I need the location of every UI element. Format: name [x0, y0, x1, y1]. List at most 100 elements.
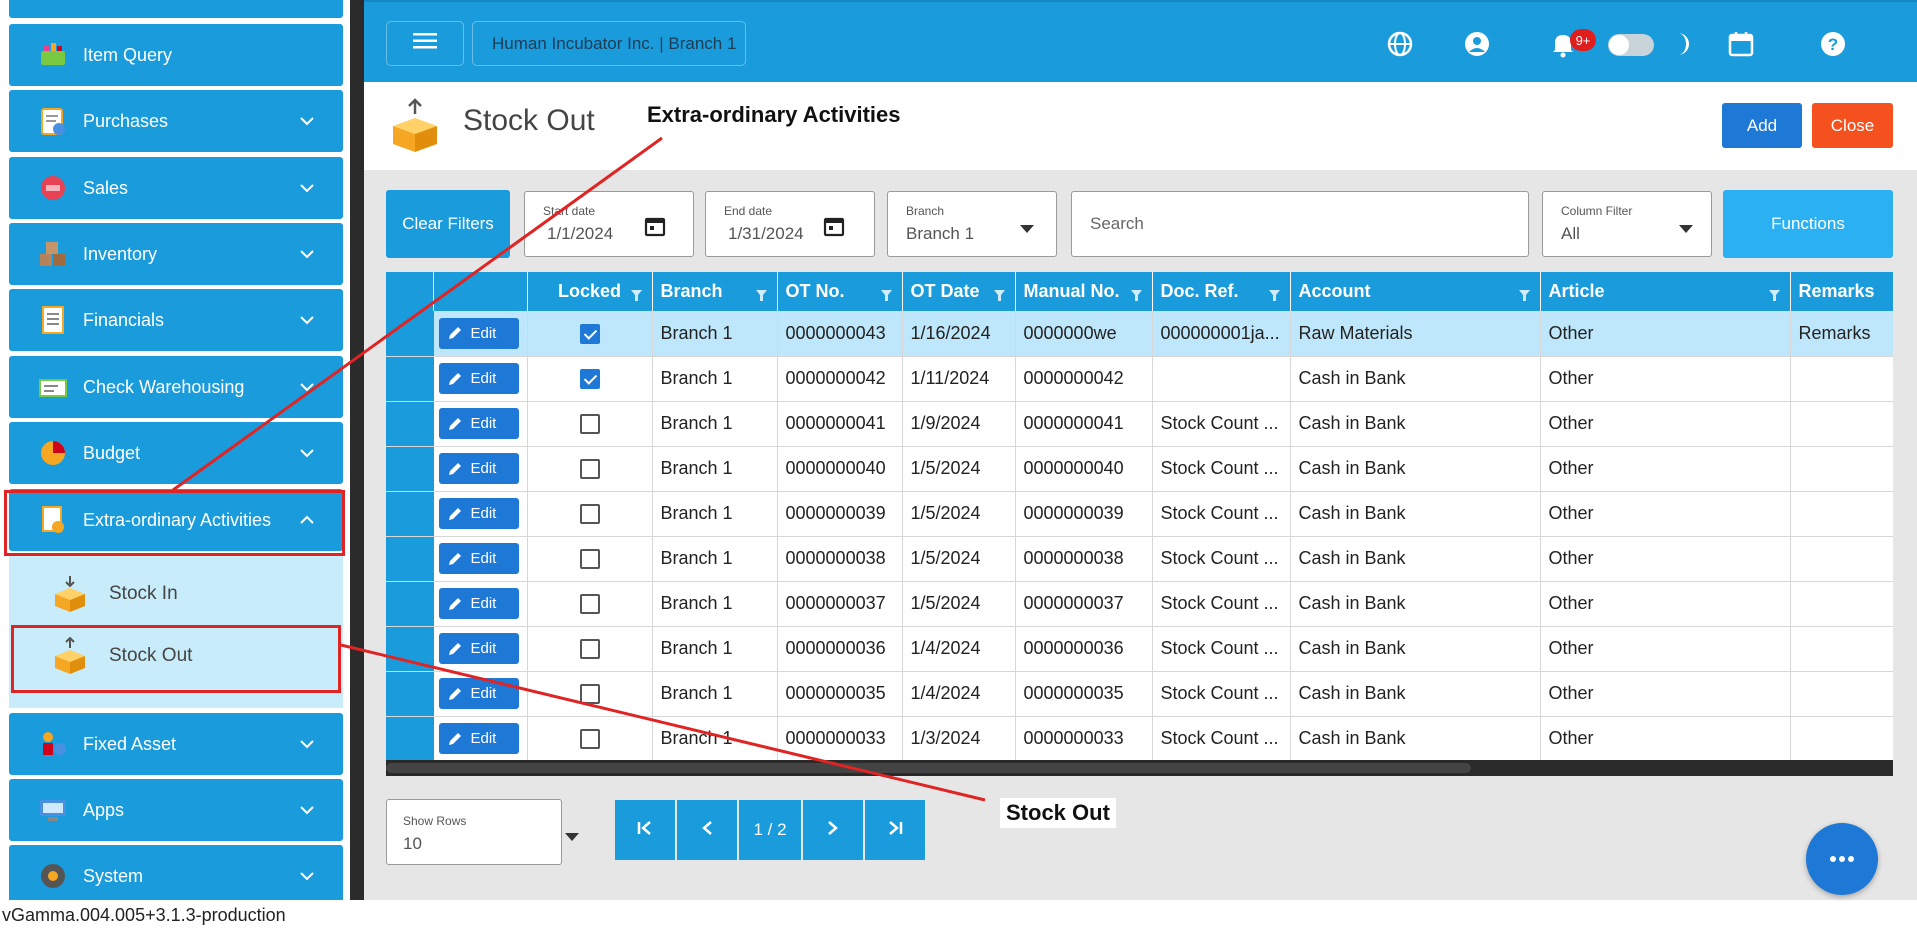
next-page-button[interactable]	[803, 800, 863, 860]
functions-button[interactable]: Functions	[1723, 190, 1893, 258]
dark-mode-toggle[interactable]	[1608, 34, 1654, 56]
locked-checkbox[interactable]	[579, 639, 600, 660]
edit-button[interactable]: Edit	[438, 363, 519, 394]
sidebar-item-inventory[interactable]: Inventory	[9, 223, 343, 285]
column-header[interactable]: OT No.	[777, 272, 903, 311]
table-row[interactable]: Edit Branch 1 0000000041 1/9/2024 0000000041…	[386, 401, 1893, 447]
sidebar-subitem-stock-in[interactable]: Stock In	[15, 561, 337, 627]
table-row[interactable]: Edit Branch 1 0000000037 1/5/2024 0000000037…	[386, 581, 1893, 627]
row-selector[interactable]	[386, 491, 434, 537]
cell-remarks	[1790, 581, 1893, 627]
show-rows-select[interactable]: Show Rows 10	[386, 799, 579, 865]
edit-button[interactable]: Edit	[438, 543, 519, 574]
column-header[interactable]: Account	[1290, 272, 1541, 311]
table-row[interactable]: Edit Branch 1 0000000042 1/11/2024 000000004…	[386, 356, 1893, 402]
last-page-button[interactable]	[865, 800, 925, 860]
locked-checkbox[interactable]	[579, 323, 600, 344]
cell-branch: Branch 1	[652, 536, 778, 582]
sidebar-item-purchases[interactable]: Purchases	[9, 90, 343, 152]
locked-checkbox[interactable]	[579, 459, 600, 480]
edit-button[interactable]: Edit	[438, 588, 519, 619]
filter-icon[interactable]	[1268, 285, 1280, 306]
table-row[interactable]: Edit Branch 1 0000000035 1/4/2024 0000000035…	[386, 671, 1893, 717]
globe-icon[interactable]	[1383, 27, 1417, 61]
filter-icon[interactable]	[993, 285, 1005, 306]
column-header[interactable]: Locked	[527, 272, 653, 311]
branch-select[interactable]: Branch Branch 1	[887, 191, 1057, 257]
sidebar-item-sales[interactable]: Sales	[9, 157, 343, 219]
calendar-icon[interactable]	[643, 214, 667, 238]
calendar-icon[interactable]	[822, 214, 846, 238]
table-row[interactable]: Edit Branch 1 0000000033 1/3/2024 0000000033…	[386, 716, 1893, 762]
locked-checkbox[interactable]	[579, 684, 600, 705]
table-row[interactable]: Edit Branch 1 0000000043 1/16/2024 0000000we…	[386, 311, 1893, 357]
edit-button[interactable]: Edit	[438, 453, 519, 484]
column-header[interactable]: Doc. Ref.	[1152, 272, 1291, 311]
clear-filters-button[interactable]: Clear Filters	[386, 190, 510, 258]
more-actions-button[interactable]	[1806, 823, 1878, 895]
start-date-field[interactable]: Start date 1/1/2024	[524, 191, 694, 257]
end-date-field[interactable]: End date 1/31/2024	[705, 191, 875, 257]
first-page-button[interactable]	[615, 800, 675, 860]
column-header[interactable]: Article	[1540, 272, 1791, 311]
column-header[interactable]: OT Date	[902, 272, 1016, 311]
calendar-icon[interactable]	[1724, 27, 1758, 61]
sidebar-item-system[interactable]: System	[9, 845, 343, 900]
row-selector[interactable]	[386, 581, 434, 627]
table-row[interactable]: Edit Branch 1 0000000040 1/5/2024 0000000040…	[386, 446, 1893, 492]
column-header[interactable]: Branch	[652, 272, 778, 311]
edit-button[interactable]: Edit	[438, 317, 519, 349]
menu-button[interactable]	[386, 21, 464, 66]
row-selector[interactable]	[386, 671, 434, 717]
sidebar-item-financials[interactable]: Financials	[9, 289, 343, 351]
filter-icon[interactable]	[880, 285, 892, 306]
table-row[interactable]: Edit Branch 1 0000000038 1/5/2024 0000000038…	[386, 536, 1893, 582]
sidebar-item-budget[interactable]: Budget	[9, 422, 343, 484]
filter-icon[interactable]	[630, 285, 642, 306]
cell-account: Cash in Bank	[1290, 491, 1541, 537]
column-filter-select[interactable]: Column Filter All	[1542, 191, 1712, 257]
scrollbar-thumb[interactable]	[386, 763, 1471, 773]
sidebar-item-fixed-asset[interactable]: Fixed Asset	[9, 713, 343, 775]
sidebar-scrollbar[interactable]	[350, 0, 364, 900]
row-selector[interactable]	[386, 446, 434, 492]
sidebar-item-check-warehousing[interactable]: Check Warehousing	[9, 356, 343, 418]
table-row[interactable]: Edit Branch 1 0000000039 1/5/2024 0000000039…	[386, 491, 1893, 537]
row-selector[interactable]	[386, 536, 434, 582]
row-selector[interactable]	[386, 716, 434, 762]
cell-account: Cash in Bank	[1290, 401, 1541, 447]
locked-checkbox[interactable]	[579, 414, 600, 435]
previous-page-button[interactable]	[677, 800, 737, 860]
sidebar-item-item-query[interactable]: Item Query	[9, 24, 343, 86]
row-selector[interactable]	[386, 356, 434, 402]
edit-button[interactable]: Edit	[438, 633, 519, 664]
edit-button[interactable]: Edit	[438, 723, 519, 754]
locked-checkbox[interactable]	[579, 549, 600, 570]
search-input[interactable]	[1071, 191, 1529, 257]
horizontal-scrollbar[interactable]	[386, 760, 1893, 776]
filter-icon[interactable]	[1130, 285, 1142, 306]
edit-button[interactable]: Edit	[438, 498, 519, 529]
table-row[interactable]: Edit Branch 1 0000000036 1/4/2024 0000000036…	[386, 626, 1893, 672]
add-button[interactable]: Add	[1722, 103, 1802, 148]
locked-checkbox[interactable]	[579, 504, 600, 525]
edit-button[interactable]: Edit	[438, 678, 519, 709]
row-selector[interactable]	[386, 401, 434, 447]
column-header[interactable]: Manual No.	[1015, 272, 1153, 311]
locked-checkbox[interactable]	[579, 594, 600, 615]
close-button[interactable]: Close	[1812, 103, 1893, 148]
column-header[interactable]: Remarks	[1790, 272, 1893, 311]
row-selector[interactable]	[386, 626, 434, 672]
row-selector[interactable]	[386, 311, 434, 357]
sidebar-item-partial[interactable]	[9, 0, 343, 18]
filter-icon[interactable]	[755, 285, 767, 306]
edit-button[interactable]: Edit	[438, 408, 519, 439]
company-branch-selector[interactable]: Human Incubator Inc. | Branch 1	[472, 21, 746, 66]
filter-icon[interactable]	[1768, 285, 1780, 306]
locked-checkbox[interactable]	[579, 729, 600, 750]
sidebar-item-apps[interactable]: Apps	[9, 779, 343, 841]
account-icon[interactable]	[1460, 27, 1494, 61]
help-icon[interactable]: ?	[1816, 27, 1850, 61]
locked-checkbox[interactable]	[579, 369, 600, 390]
filter-icon[interactable]	[1518, 285, 1530, 306]
